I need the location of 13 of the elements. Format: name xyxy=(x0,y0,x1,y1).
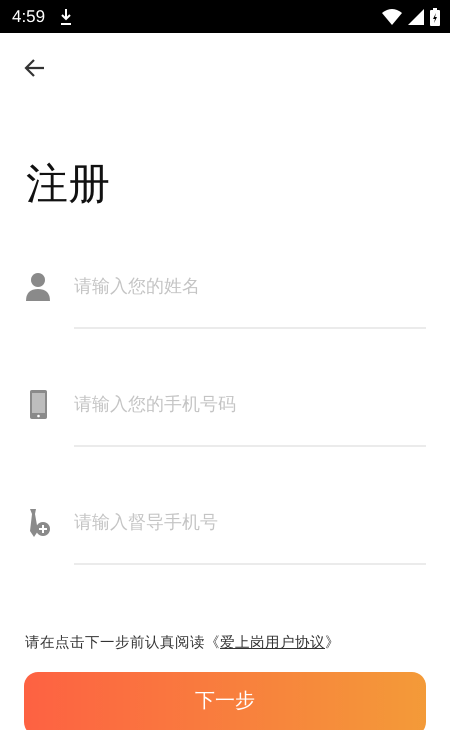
back-icon[interactable] xyxy=(24,57,46,79)
download-icon xyxy=(59,8,74,26)
agreement-link[interactable]: 爱上岗用户协议 xyxy=(220,635,325,652)
battery-icon xyxy=(430,8,440,26)
page-title: 注册 xyxy=(26,159,110,210)
input-field[interactable]: 请输入您的姓名 xyxy=(74,267,426,330)
wifi-icon xyxy=(382,8,402,24)
input-field[interactable]: 请输入您的手机号码 xyxy=(74,385,426,448)
agreement-text: 请在点击下一步前认真阅读《爱上岗用户协议》 xyxy=(25,634,340,652)
input-field[interactable]: 请输入督导手机号 xyxy=(74,503,426,566)
signal-icon xyxy=(408,8,424,24)
person-icon xyxy=(24,271,52,304)
status-time: 4:59 xyxy=(12,6,46,26)
